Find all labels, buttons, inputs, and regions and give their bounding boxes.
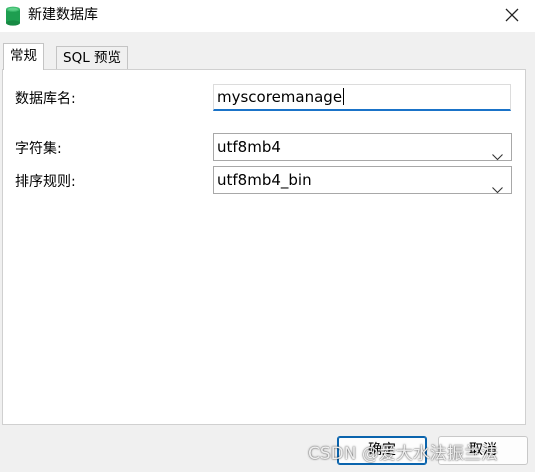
- window-title: 新建数据库: [28, 7, 98, 23]
- close-icon[interactable]: [505, 7, 519, 26]
- close-button[interactable]: [489, 0, 535, 32]
- tab-general[interactable]: 常规: [3, 43, 44, 70]
- charset-value: utf8mb4: [217, 138, 281, 156]
- title-bar: 新建数据库: [0, 0, 535, 32]
- collation-select[interactable]: utf8mb4_bin: [213, 166, 512, 194]
- charset-label: 字符集:: [15, 141, 62, 157]
- collation-value: utf8mb4_bin: [217, 171, 312, 189]
- db-name-label: 数据库名:: [15, 91, 76, 107]
- general-panel: [2, 69, 526, 425]
- database-icon: [4, 6, 22, 26]
- charset-select[interactable]: utf8mb4: [213, 133, 512, 161]
- chevron-down-icon[interactable]: [492, 176, 503, 202]
- tab-sql-preview[interactable]: SQL 预览: [56, 46, 129, 70]
- db-name-input[interactable]: myscoremanage: [213, 84, 511, 111]
- text-caret: [343, 88, 345, 105]
- watermark: CSDN @爱大水法振兰法: [308, 444, 498, 464]
- db-name-value: myscoremanage: [217, 88, 343, 106]
- collation-label: 排序规则:: [15, 174, 76, 190]
